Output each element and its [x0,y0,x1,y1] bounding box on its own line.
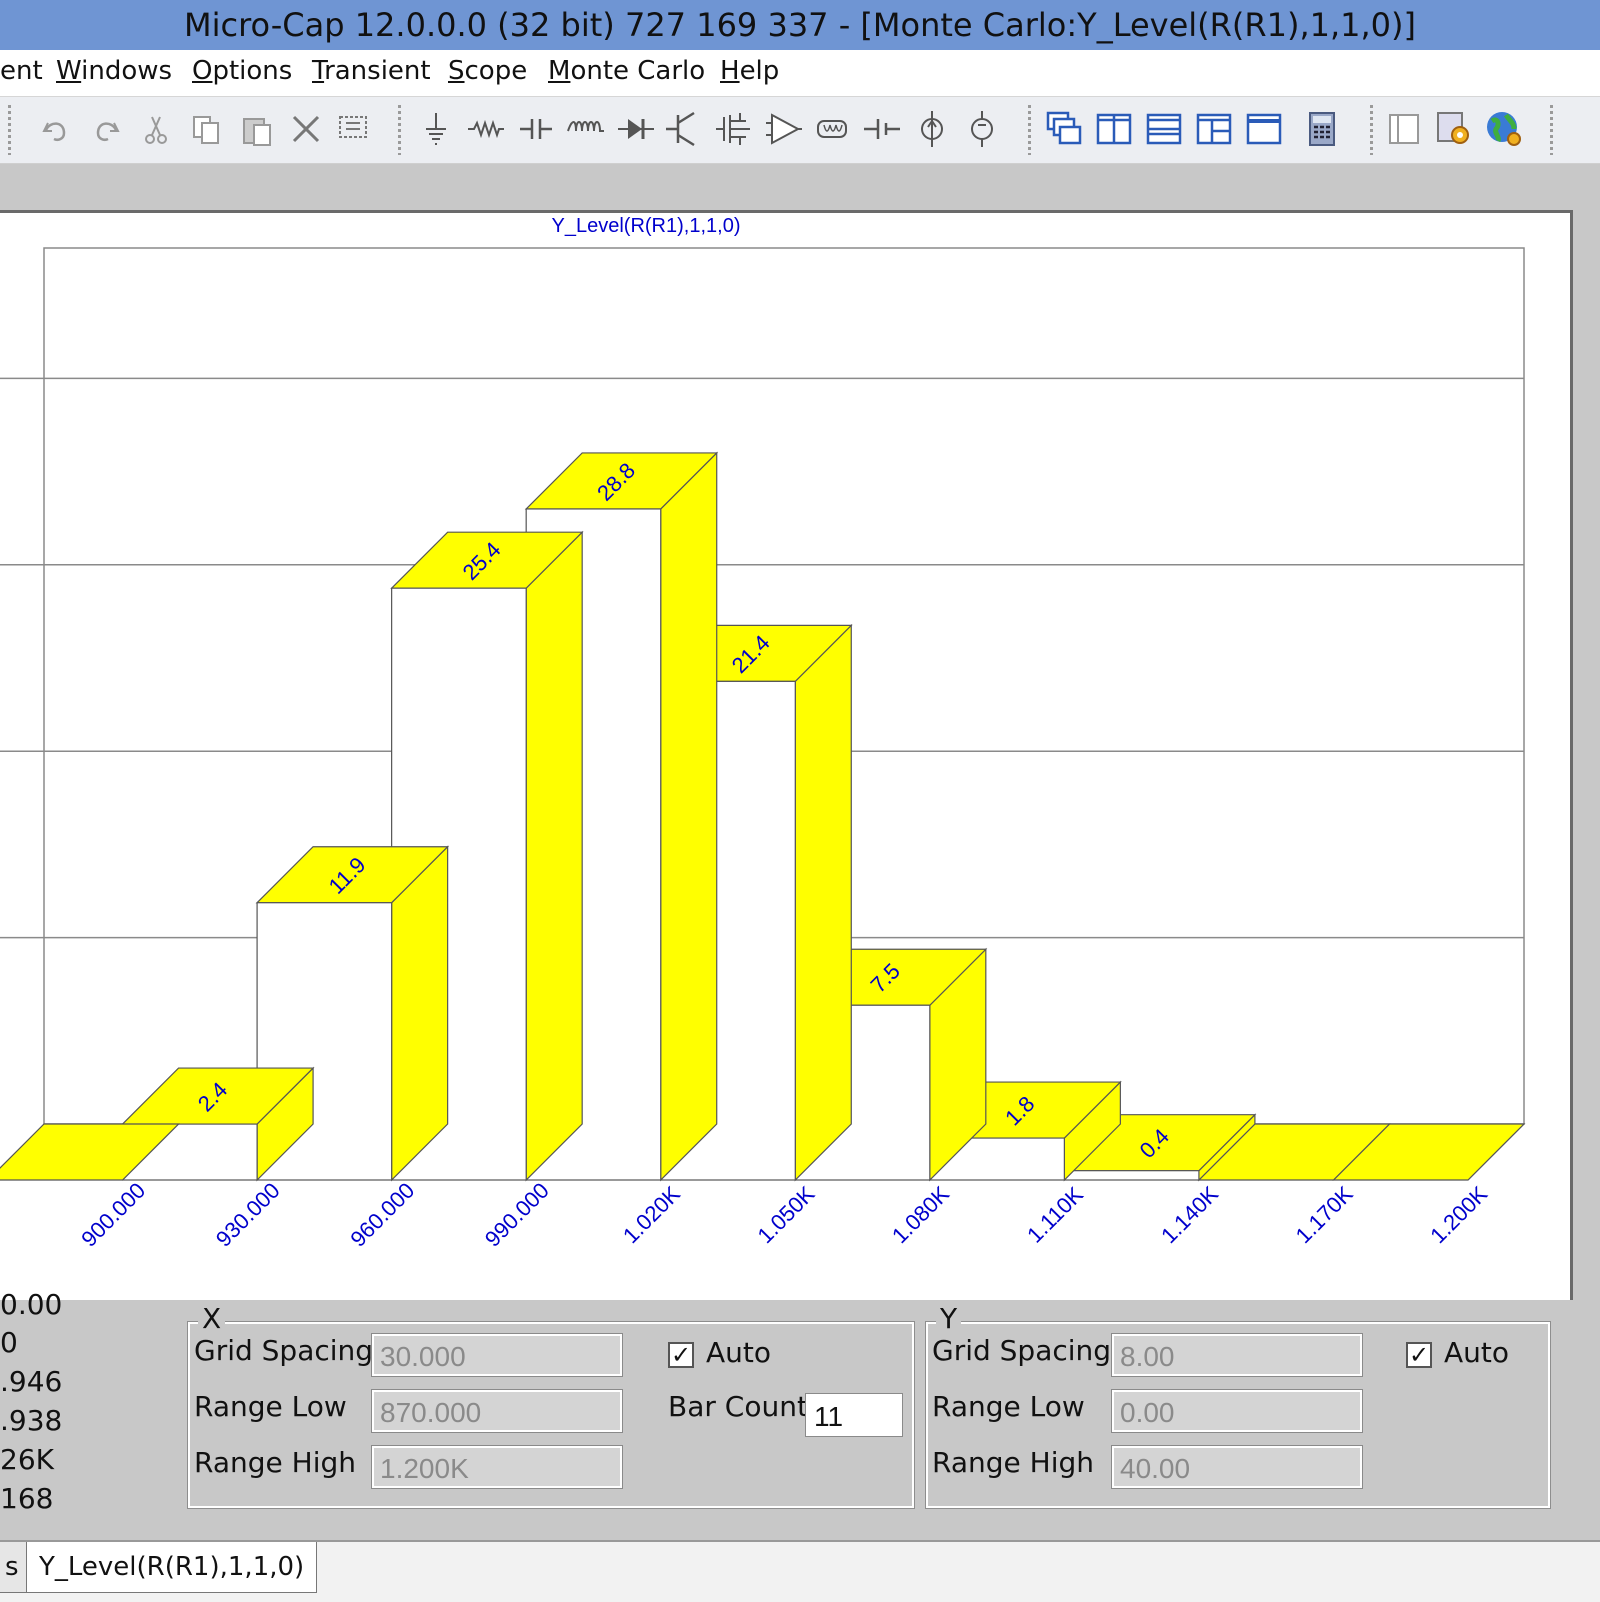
x-tick-label: 1.170K [1291,1181,1358,1248]
x-tick-label: 1.080K [887,1181,954,1248]
stat-value: 168 [0,1482,54,1515]
menu-monte-carlo[interactable]: Monte Carlo [548,56,705,86]
inductor-icon[interactable] [566,109,606,149]
maximize-window-icon[interactable] [1244,109,1284,149]
x-tick-label: 900.000 [76,1178,150,1252]
y-auto-checkbox[interactable]: ✓ [1406,1342,1432,1368]
battery-icon[interactable] [862,109,902,149]
globe-icon[interactable] [1484,109,1524,149]
chart-title: Y_Level(R(R1),1,1,0) [552,215,741,237]
histogram-bar [1063,1170,1200,1181]
cascade-icon[interactable] [1044,109,1084,149]
y-auto-label: Auto [1444,1336,1510,1369]
x-range-high-label: Range High [194,1446,356,1479]
undo-icon[interactable] [36,109,76,149]
toolbar-grip [398,105,401,155]
x-range-low-label: Range Low [194,1390,347,1423]
histogram-bar-side [391,845,449,1182]
toolbar-grip [1370,105,1373,155]
current-source-icon[interactable] [912,109,952,149]
x-grid-spacing-label: Grid Spacing [194,1334,374,1367]
stat-value: .938 [0,1404,63,1437]
x-group-legend: X [198,1302,226,1335]
stat-value: 0 [0,1326,18,1359]
x-tick-label: 930.000 [211,1178,285,1252]
y-grid-spacing-field[interactable]: 8.00 [1111,1333,1363,1377]
y-grid-spacing-label: Grid Spacing [932,1334,1112,1367]
x-tick-label: 1.020K [618,1181,685,1248]
histogram-bar-side [660,451,718,1182]
capacitor-icon[interactable] [516,109,556,149]
menu-component[interactable]: ent [0,56,43,86]
opamp-icon[interactable] [764,109,804,149]
x-range-low-field[interactable]: 870.000 [371,1389,623,1433]
x-grid-spacing-field[interactable]: 30.000 [371,1333,623,1377]
tab-y-level[interactable]: Y_Level(R(R1),1,1,0) [26,1542,318,1593]
histogram-chart: Y_Level(R(R1),1,1,0)0.41.87.521.428.825.… [0,215,1526,1252]
calculator-icon[interactable] [1302,109,1342,149]
y-axis-group: Y Grid Spacing 8.00 Range Low 0.00 Range… [925,1302,1551,1509]
copy-icon[interactable] [186,109,226,149]
stat-value: 26K [0,1443,54,1476]
x-tick-label: 960.000 [345,1178,419,1252]
voltage-source-icon[interactable] [962,109,1002,149]
redo-icon[interactable] [86,109,126,149]
stat-value: 0.00 [0,1288,63,1321]
mosfet-icon[interactable] [714,109,754,149]
toolbar-grip [8,105,11,155]
window-title: Micro-Cap 12.0.0.0 (32 bit) 727 169 337 … [0,0,1600,50]
menu-bar: ent Windows Options Transient Scope Mont… [0,50,1600,97]
menu-transient[interactable]: Transient [312,56,431,86]
menu-windows[interactable]: Windows [56,56,172,86]
y-range-high-label: Range High [932,1446,1094,1479]
tab-previous[interactable]: s [0,1542,28,1593]
x-tick-label: 990.000 [480,1178,554,1252]
bar-count-field[interactable]: 11 [805,1393,903,1437]
x-tick-label: 1.200K [1425,1181,1492,1248]
y-range-high-field[interactable]: 40.00 [1111,1445,1363,1489]
x-axis-group: X Grid Spacing 30.000 Range Low 870.000 … [187,1302,915,1509]
y-range-low-field[interactable]: 0.00 [1111,1389,1363,1433]
window-split-icon[interactable] [1194,109,1234,149]
diode-icon[interactable] [616,109,656,149]
resistor-icon[interactable] [466,109,506,149]
transmission-line-icon[interactable] [812,109,852,149]
x-tick-label: 1.140K [1156,1181,1223,1248]
histogram-bar-side [794,623,852,1182]
panel-icon[interactable] [1384,109,1424,149]
x-range-high-field[interactable]: 1.200K [371,1445,623,1489]
toolbar [0,97,1600,164]
menu-scope[interactable]: Scope [448,56,527,86]
y-range-low-label: Range Low [932,1390,1085,1423]
paste-icon[interactable] [236,109,276,149]
tile-vertical-icon[interactable] [1094,109,1134,149]
cut-icon[interactable] [136,109,176,149]
toolbar-grip [1550,105,1553,155]
tile-horizontal-icon[interactable] [1144,109,1184,149]
x-auto-checkbox[interactable]: ✓ [668,1342,694,1368]
x-auto-label: Auto [706,1336,772,1369]
stat-value: .946 [0,1365,63,1398]
tab-bar: s Y_Level(R(R1),1,1,0) [0,1540,1600,1602]
settings-icon[interactable] [1434,109,1474,149]
menu-help[interactable]: Help [720,56,779,86]
delete-icon[interactable] [286,109,326,149]
histogram-bar-side [525,530,583,1182]
x-tick-label: 1.110K [1022,1182,1088,1248]
y-group-legend: Y [936,1302,962,1335]
toolbar-grip [1028,105,1031,155]
ground-icon[interactable] [416,109,456,149]
bar-count-label: Bar Count [668,1390,808,1423]
x-tick-label: 1.050K [752,1181,819,1248]
select-all-icon[interactable] [334,109,374,149]
menu-options[interactable]: Options [192,56,292,86]
bjt-icon[interactable] [664,109,704,149]
